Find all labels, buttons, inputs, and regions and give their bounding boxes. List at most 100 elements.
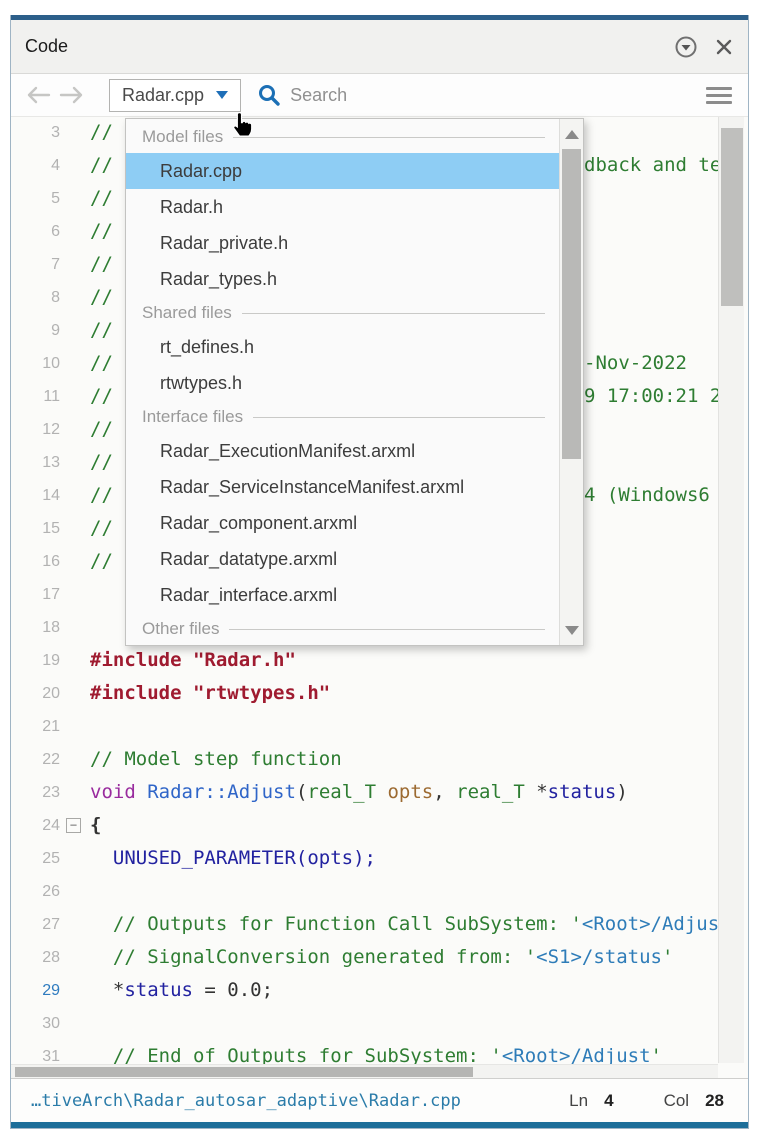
code-line[interactable]: 19#include "Radar.h" bbox=[11, 644, 748, 677]
dropdown-item[interactable]: Radar_ExecutionManifest.arxml bbox=[126, 433, 559, 469]
dropdown-item[interactable]: Radar_component.arxml bbox=[126, 505, 559, 541]
code-text-fragment: 9 17:00:21 20 bbox=[584, 380, 733, 413]
back-arrow-icon[interactable] bbox=[25, 84, 51, 106]
dropdown-item[interactable]: Radar.h bbox=[126, 189, 559, 225]
code-line[interactable]: 25 UNUSED_PARAMETER(opts); bbox=[11, 842, 748, 875]
line-value: 4 bbox=[604, 1091, 613, 1111]
code-fold-icon[interactable]: − bbox=[66, 818, 81, 833]
code-line[interactable]: 21 bbox=[11, 710, 748, 743]
line-number: 20 bbox=[11, 677, 60, 710]
dropdown-item[interactable]: Radar_interface.arxml bbox=[126, 577, 559, 613]
dropdown-item[interactable]: Radar_private.h bbox=[126, 225, 559, 261]
code-line[interactable]: 22// Model step function bbox=[11, 743, 748, 776]
line-number: 8 bbox=[11, 281, 60, 314]
line-number: 10 bbox=[11, 347, 60, 380]
line-number: 13 bbox=[11, 446, 60, 479]
code-text-fragment: dback and te bbox=[584, 149, 721, 182]
code-text: // bbox=[90, 117, 113, 149]
code-text-fragment: 4 (Windows6 bbox=[584, 479, 710, 512]
code-text: *status = 0.0; bbox=[90, 974, 273, 1007]
horizontal-scrollbar[interactable] bbox=[11, 1064, 718, 1078]
code-line[interactable]: 20#include "rtwtypes.h" bbox=[11, 677, 748, 710]
line-number: 27 bbox=[11, 908, 60, 941]
file-selector-label: Radar.cpp bbox=[122, 85, 204, 106]
code-text: // bbox=[90, 512, 113, 545]
file-selector-button[interactable]: Radar.cpp bbox=[109, 79, 241, 112]
scroll-down-icon[interactable] bbox=[560, 617, 583, 643]
code-text: { bbox=[90, 809, 101, 842]
dropdown-section-header: Shared files bbox=[126, 297, 559, 329]
line-number: 4 bbox=[11, 149, 60, 182]
code-text: // bbox=[90, 347, 113, 380]
file-dropdown-list: Model files Radar.cppRadar.hRadar_private… bbox=[126, 119, 559, 645]
dropdown-item[interactable]: Radar_datatype.arxml bbox=[126, 541, 559, 577]
cursor-position: Ln 4 Col 28 bbox=[569, 1091, 724, 1111]
line-number: 5 bbox=[11, 182, 60, 215]
search-area bbox=[257, 83, 704, 107]
hamburger-menu-icon[interactable] bbox=[704, 83, 734, 108]
dropdown-item[interactable]: Radar_ServiceInstanceManifest.arxml bbox=[126, 469, 559, 505]
horizontal-scrollbar-thumb[interactable] bbox=[15, 1067, 473, 1077]
line-number: 30 bbox=[11, 1007, 60, 1040]
code-text: UNUSED_PARAMETER(opts); bbox=[90, 842, 376, 875]
code-text: // bbox=[90, 281, 113, 314]
line-number: 28 bbox=[11, 941, 60, 974]
line-number: 6 bbox=[11, 215, 60, 248]
line-number: 18 bbox=[11, 611, 60, 644]
section-divider bbox=[253, 417, 545, 418]
line-label: Ln bbox=[569, 1091, 588, 1111]
line-number: 7 bbox=[11, 248, 60, 281]
section-divider bbox=[242, 313, 545, 314]
panel-title: Code bbox=[25, 36, 68, 57]
code-line[interactable]: 28 // SignalConversion generated from: '… bbox=[11, 941, 748, 974]
dropdown-item[interactable]: rt_defines.h bbox=[126, 329, 559, 365]
panel-bottom-accent bbox=[11, 1122, 748, 1128]
column-value: 28 bbox=[705, 1091, 724, 1111]
code-text: // bbox=[90, 248, 113, 281]
code-line[interactable]: 29 *status = 0.0; bbox=[11, 974, 748, 1007]
vertical-scrollbar[interactable] bbox=[718, 117, 744, 1063]
dropdown-section-label: Interface files bbox=[142, 407, 243, 427]
search-icon[interactable] bbox=[257, 83, 281, 107]
code-line[interactable]: 26 bbox=[11, 875, 748, 908]
dropdown-scrollbar-thumb[interactable] bbox=[562, 149, 581, 459]
code-line[interactable]: 30 bbox=[11, 1007, 748, 1040]
dropdown-section-label: Model files bbox=[142, 127, 223, 147]
code-text: // bbox=[90, 314, 113, 347]
code-line[interactable]: 27 // Outputs for Function Call SubSyste… bbox=[11, 908, 748, 941]
forward-arrow-icon[interactable] bbox=[59, 84, 85, 106]
close-icon[interactable] bbox=[714, 37, 734, 57]
scroll-up-icon[interactable] bbox=[560, 121, 583, 147]
code-text: void Radar::Adjust(real_T opts, real_T *… bbox=[90, 776, 628, 809]
line-number: 12 bbox=[11, 413, 60, 446]
code-text: // SignalConversion generated from: '<S1… bbox=[90, 941, 673, 974]
file-dropdown-menu: Model files Radar.cppRadar.hRadar_private… bbox=[125, 118, 584, 646]
dock-options-icon[interactable] bbox=[674, 35, 698, 59]
code-text: // bbox=[90, 215, 113, 248]
dropdown-section-label: Shared files bbox=[142, 303, 232, 323]
column-label: Col bbox=[664, 1091, 690, 1111]
line-number: 21 bbox=[11, 710, 60, 743]
line-number: 24 bbox=[11, 809, 60, 842]
line-number: 29 bbox=[11, 974, 60, 1007]
dropdown-item[interactable]: Radar.cpp bbox=[126, 153, 559, 189]
line-number: 9 bbox=[11, 314, 60, 347]
code-panel: Code bbox=[10, 15, 749, 1129]
code-text: // bbox=[90, 182, 113, 215]
dropdown-item[interactable]: rtwtypes.h bbox=[126, 365, 559, 401]
line-number: 17 bbox=[11, 578, 60, 611]
editor-toolbar: Radar.cpp bbox=[11, 74, 748, 117]
code-line[interactable]: 23void Radar::Adjust(real_T opts, real_T… bbox=[11, 776, 748, 809]
search-input[interactable] bbox=[290, 85, 610, 106]
titlebar-icons bbox=[674, 35, 734, 59]
code-text: // Model step function bbox=[90, 743, 342, 776]
dropdown-item[interactable]: Radar_types.h bbox=[126, 261, 559, 297]
line-number: 11 bbox=[11, 380, 60, 413]
dropdown-scrollbar[interactable] bbox=[559, 119, 583, 645]
status-bar: …tiveArch\Radar_autosar_adaptive\Radar.c… bbox=[11, 1078, 748, 1122]
code-text: // bbox=[90, 149, 113, 182]
vertical-scrollbar-thumb[interactable] bbox=[721, 128, 743, 306]
line-number: 16 bbox=[11, 545, 60, 578]
code-line[interactable]: 24−{ bbox=[11, 809, 748, 842]
code-text: // bbox=[90, 413, 113, 446]
